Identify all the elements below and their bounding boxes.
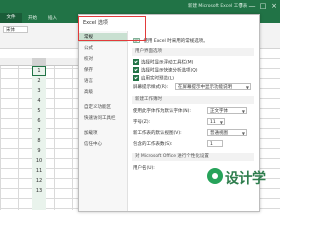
default-view-value: 普通视图 [210,131,228,136]
column-headers [0,58,80,66]
nav-item-quick-access[interactable]: 快速访问工具栏 [79,114,127,123]
close-icon[interactable]: × [269,1,279,11]
general-intro-text: 使用 Excel 时采用的常规选项。 [143,39,208,44]
cell-value[interactable]: 7 [32,128,46,134]
checkbox-checked-icon[interactable] [133,59,139,65]
cell-value[interactable]: 6 [32,118,46,124]
nav-item-addins[interactable]: 加载项 [79,129,127,138]
nav-item-advanced[interactable]: 高级 [79,88,127,97]
checkbox-label: 选择时显示浮动工具栏(M) [141,60,194,66]
cell-value[interactable]: 5 [32,108,46,114]
nav-item-proofing[interactable]: 校对 [79,55,127,64]
tab-home[interactable]: 开始 [28,15,37,21]
help-icon[interactable]: ? [236,1,246,11]
cell-value[interactable]: 1 [32,68,46,74]
nav-item-language[interactable]: 语言 [79,77,127,86]
title-bar: 新建 Microsoft Excel 工作表 ? — □ × [0,0,280,13]
checkbox-row-minibar[interactable]: 选择时显示浮动工具栏(M) [133,59,193,66]
tab-insert[interactable]: 插入 [48,15,57,21]
default-font-select[interactable]: 正文字体 ▼ [207,107,247,114]
cell-value[interactable]: 12 [32,178,46,184]
checkbox-checked-icon[interactable] [133,67,139,73]
tab-file[interactable]: 文件 [0,13,22,23]
checkbox-checked-icon[interactable] [133,75,139,81]
chevron-down-icon: ▼ [241,109,245,114]
font-name-box[interactable]: 宋体 [3,26,28,33]
section-header-personalize: 对 Microsoft Office 进行个性化设置 [132,153,254,161]
nav-item-save[interactable]: 保存 [79,66,127,75]
cell-value[interactable]: 2 [32,78,46,84]
maximize-icon[interactable]: □ [258,1,268,11]
default-view-select[interactable]: 普通视图 ▼ [207,129,247,136]
font-size-label: 字号(Z): [133,120,151,125]
nav-item-formulas[interactable]: 公式 [79,44,127,53]
options-nav: 常规 公式 校对 保存 语言 高级 自定义功能区 快速访问工具栏 加载项 信任中… [79,31,128,211]
chevron-down-icon: ▼ [219,120,223,125]
username-label: 用户名(U): [133,166,155,171]
section-header-new-workbook: 新建工作簿时 [132,96,254,104]
checkbox-row-live-preview[interactable]: 启用实时预览(L) [133,75,174,82]
section-header-ui-options: 用户界面选项 [132,48,254,56]
screentip-select[interactable]: 在屏幕提示中显示功能说明 ▼ [175,83,251,90]
font-size-value: 11 [210,120,216,125]
cell-value[interactable]: 9 [32,148,46,154]
chevron-down-icon: ▼ [245,85,249,90]
default-view-label: 新工作表的默认视图(V): [133,131,182,136]
cell-value[interactable]: 10 [32,158,46,164]
checkbox-label: 启用实时预览(L) [141,76,175,82]
font-size-select[interactable]: 11 ▼ [207,118,225,125]
cell-value[interactable]: 3 [32,88,46,94]
sheet-count-label: 包含的工作表数(S): [133,142,173,147]
screentip-value: 在屏幕提示中显示功能说明 [178,85,232,90]
minimize-icon[interactable]: — [247,1,257,11]
cell-value[interactable]: 8 [32,138,46,144]
sheet-count-value: 1 [210,142,213,147]
checkbox-label: 选择时显示快速分析选项(Q) [141,68,198,74]
sheet-count-stepper[interactable]: 1 [207,140,223,147]
nav-item-customize-ribbon[interactable]: 自定义功能区 [79,103,127,112]
cell-value[interactable]: 13 [32,188,46,194]
chevron-down-icon: ▼ [241,131,245,136]
watermark-logo-icon [207,168,223,184]
checkbox-row-quick-analysis[interactable]: 选择时显示快速分析选项(Q) [133,67,198,74]
cell-value[interactable]: 4 [32,98,46,104]
cell-value[interactable]: 11 [32,168,46,174]
default-font-value: 正文字体 [210,109,228,114]
red-highlight-annotation [78,16,146,41]
screentip-label: 屏幕提示样式(R): [133,85,169,90]
watermark-text: 设计学 [225,171,266,187]
nav-item-trust-center[interactable]: 信任中心 [79,140,127,149]
selected-column-header[interactable] [32,58,46,65]
default-font-label: 使用此字体作为默认字体(N): [133,109,191,114]
